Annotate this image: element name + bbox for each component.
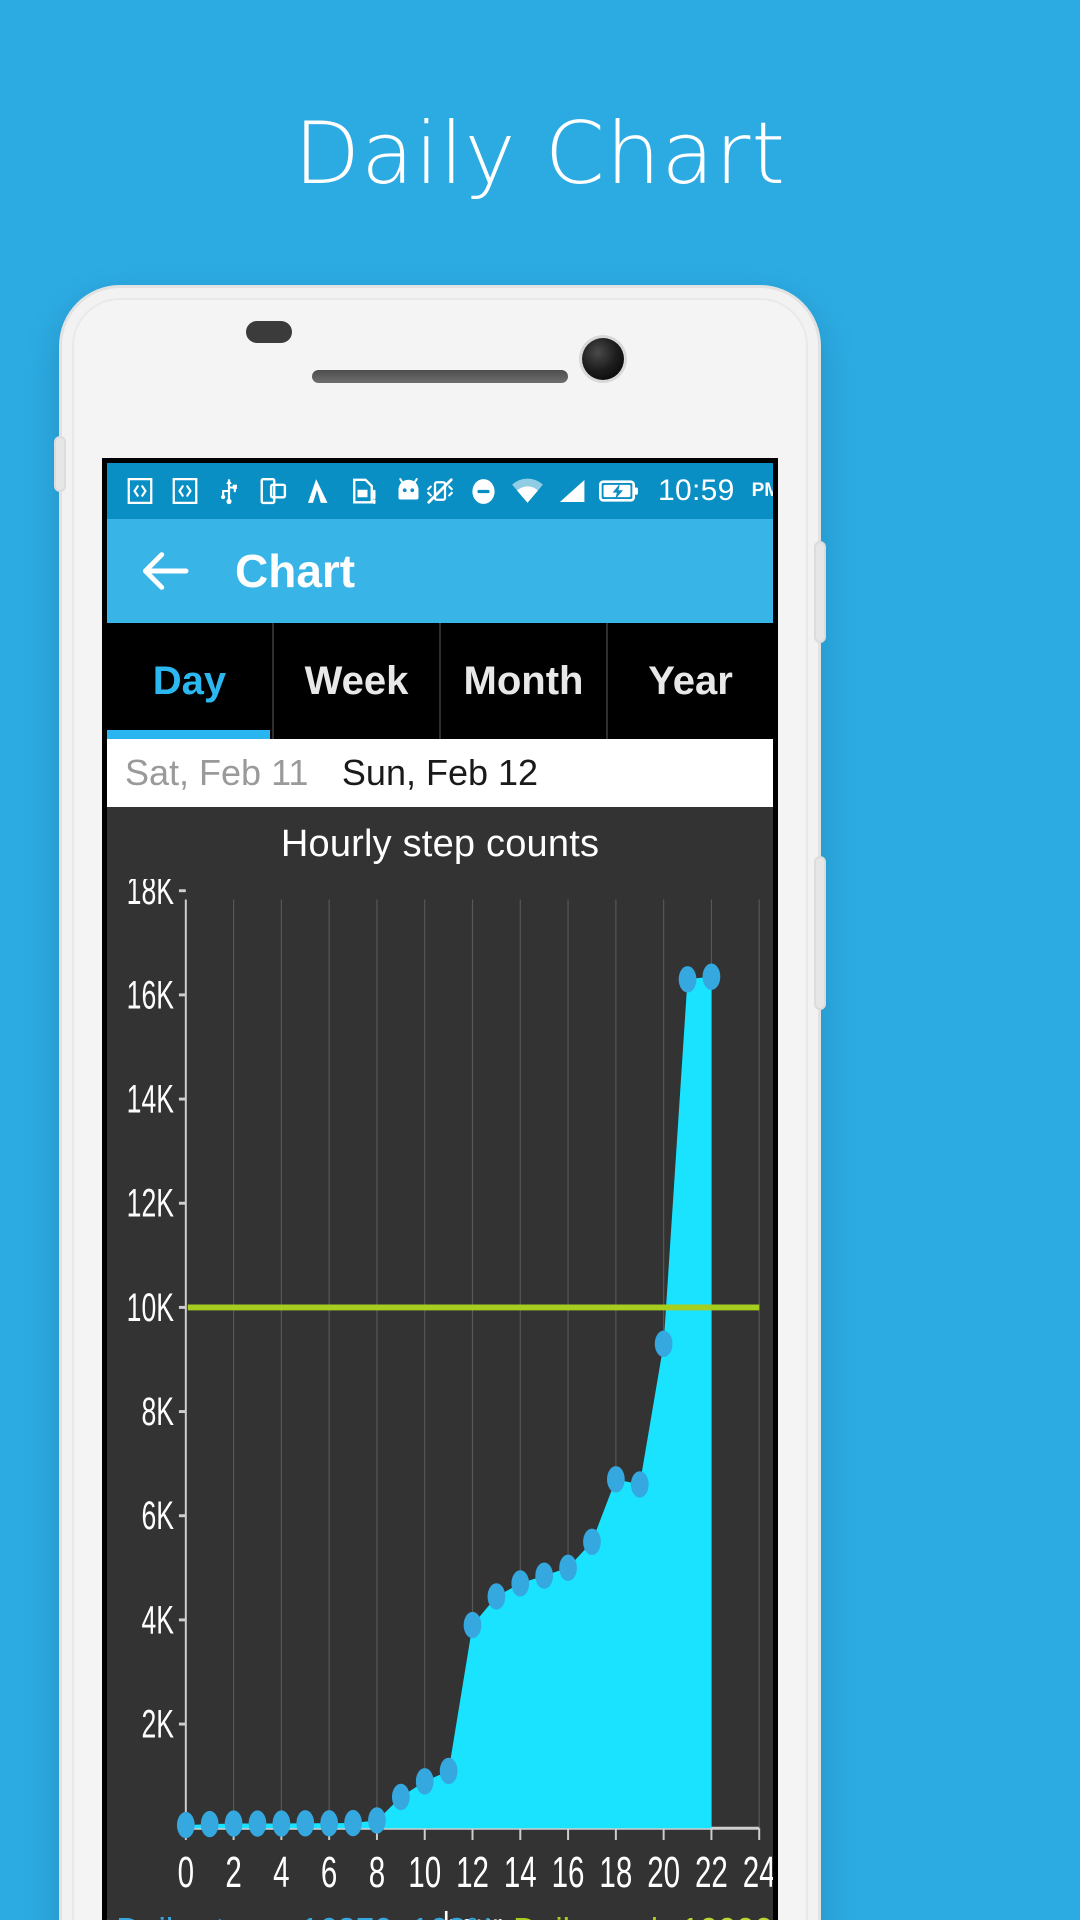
svg-text:6: 6 — [321, 1847, 337, 1896]
cell-signal-icon — [559, 480, 585, 502]
svg-text:18: 18 — [599, 1847, 632, 1896]
phone-device: 10:59 PM Chart Day Week Month Year Sat, … — [56, 288, 824, 1920]
adobe-a-icon — [308, 479, 328, 503]
phone-screen: 10:59 PM Chart Day Week Month Year Sat, … — [102, 458, 778, 1920]
plot-area[interactable]: 2K 4K 6K 8K 10K 12K 14K 16K 18K 0 2 4 6 8 10 12 14 16 18 20… — [107, 879, 773, 1920]
sim-card-alert-icon — [353, 478, 376, 504]
chart-panel: Hourly step counts 2K 4K 6K 8K 10K 12K 14K 16K 1… — [107, 807, 773, 1920]
front-camera — [582, 338, 624, 380]
hourly-step-counts-chart[interactable]: 2K4K6K8K10K12K14K16K18K0 2 4 6 8 10 12 14 16 18 20… — [107, 879, 773, 1920]
status-bar: 10:59 PM — [107, 463, 773, 519]
svg-text:4: 4 — [273, 1847, 289, 1896]
code-brackets-icon — [172, 478, 198, 504]
legend-steps-label: Daily steps: — [116, 1911, 287, 1920]
status-bar-clock-ampm: PM — [751, 480, 778, 501]
wifi-icon — [512, 478, 543, 503]
tab-day[interactable]: Day — [107, 623, 274, 739]
legend-goal-value: 10000 — [681, 1911, 773, 1920]
arrow-left-icon[interactable] — [137, 543, 193, 599]
svg-text:12K: 12K — [127, 1181, 175, 1226]
svg-text:22: 22 — [695, 1847, 728, 1896]
period-tab-bar: Day Week Month Year — [107, 623, 773, 739]
screen-rotate-icon — [260, 477, 287, 505]
page-title: Chart — [235, 545, 356, 597]
svg-text:4K: 4K — [141, 1598, 174, 1643]
svg-text:24: 24 — [743, 1847, 773, 1896]
svg-text:0: 0 — [178, 1847, 194, 1896]
tab-week[interactable]: Week — [274, 623, 441, 739]
phone-power-button[interactable] — [816, 543, 824, 641]
svg-text:16K: 16K — [127, 973, 175, 1018]
svg-text:14K: 14K — [127, 1077, 175, 1122]
svg-text:2K: 2K — [141, 1702, 174, 1747]
status-bar-right-icons: 10:59 PM — [424, 474, 778, 508]
do-not-disturb-icon — [472, 478, 495, 504]
chart-legend: Daily steps: 16870, 168% Daily goal: 100… — [107, 1911, 773, 1920]
usb-icon — [221, 479, 237, 505]
legend-goal-label: Daily goal: — [513, 1911, 667, 1920]
legend-steps-value: 16870, 168% — [301, 1911, 496, 1920]
svg-text:16: 16 — [552, 1847, 585, 1896]
svg-text:6K: 6K — [141, 1494, 174, 1539]
svg-text:20: 20 — [647, 1847, 680, 1896]
svg-text:2: 2 — [225, 1847, 241, 1896]
chart-title: Hourly step counts — [280, 823, 600, 865]
svg-text:18K: 18K — [127, 879, 175, 913]
android-head-icon — [398, 478, 419, 500]
earpiece-speaker — [312, 370, 568, 383]
status-bar-clock: 10:59 — [658, 474, 735, 507]
svg-text:10: 10 — [408, 1847, 441, 1896]
current-day-label: Sun, Feb 12 — [341, 752, 539, 793]
status-bar-left-icons — [125, 476, 424, 506]
app-bar: Chart — [107, 519, 773, 623]
svg-text:8K: 8K — [141, 1390, 174, 1435]
tab-month[interactable]: Month — [441, 623, 608, 739]
battery-charging-icon — [599, 480, 638, 502]
promo-title: Daily Chart — [293, 104, 787, 204]
svg-text:12: 12 — [456, 1847, 489, 1896]
svg-text:10K: 10K — [127, 1286, 175, 1331]
tab-year[interactable]: Year — [608, 623, 773, 739]
date-strip[interactable]: Sat, Feb 11 Sun, Feb 12 — [107, 739, 773, 807]
code-brackets-icon — [127, 478, 153, 504]
phone-side-button-left[interactable] — [56, 438, 64, 490]
vibrate-off-icon — [427, 478, 453, 504]
svg-text:14: 14 — [504, 1847, 537, 1896]
phone-volume-button[interactable] — [816, 858, 824, 1008]
proximity-sensor — [246, 321, 292, 343]
svg-text:8: 8 — [369, 1847, 385, 1896]
